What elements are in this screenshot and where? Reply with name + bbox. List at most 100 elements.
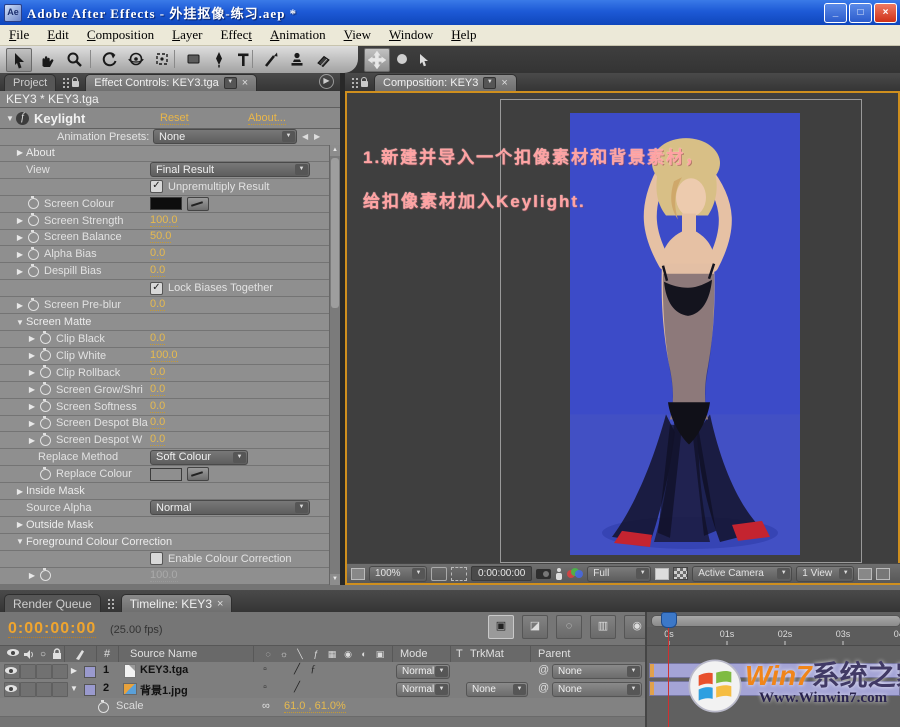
axis-mode-view-button[interactable] [412,48,436,70]
effect-panel-scrollbar[interactable]: ▲ ▼ [329,145,340,585]
twirl-icon[interactable]: ▼ [14,537,26,546]
switch-shy[interactable]: ▫ [258,664,272,675]
twirl-icon[interactable]: ▶ [14,233,26,242]
panel-gripper[interactable] [351,77,359,89]
param-dropdown[interactable]: Final Result▼ [150,162,310,177]
rect-shape-tool[interactable] [181,48,205,70]
show-snapshot-icon[interactable] [555,568,563,580]
pixel-aspect-icon[interactable] [655,568,669,580]
mode-column[interactable]: Mode [400,648,428,660]
stopwatch-icon[interactable] [40,418,51,429]
clone-stamp-tool[interactable] [285,48,309,70]
panel-lock-icon[interactable] [361,81,368,87]
twirl-down-icon[interactable]: ▼ [4,114,16,123]
layer-label-swatch[interactable] [84,666,96,678]
twirl-icon[interactable]: ▼ [14,318,26,327]
source-name-column[interactable]: Source Name [130,648,197,660]
layer-visibility-eye-icon[interactable] [5,667,17,674]
twirl-icon[interactable]: ▶ [14,487,26,496]
chevron-down-icon[interactable]: ▼ [777,568,790,579]
zoom-tool[interactable] [62,48,86,70]
menu-edit[interactable]: Edit [38,26,78,44]
checkbox[interactable]: ✓ [150,282,163,295]
menu-layer[interactable]: Layer [163,26,211,44]
tab-composition[interactable]: Composition: KEY3 ▼ × [374,74,517,91]
scale-property-row[interactable]: Scale ∞ 61.0 , 61.0% [0,698,645,717]
scrollbar-thumb[interactable] [331,158,339,308]
time-ruler[interactable]: 0s01s02s03s04s [647,627,900,646]
blend-mode-dropdown[interactable]: Normal ▼ [396,664,450,679]
twirl-icon[interactable]: ▶ [26,571,38,580]
hand-tool[interactable] [34,48,58,70]
camera-track-tool[interactable] [150,48,174,70]
parent-column[interactable]: Parent [538,648,570,660]
pixel-correction-icon[interactable] [858,568,872,580]
animation-presets-dropdown[interactable]: None ▼ [153,129,297,144]
stopwatch-icon[interactable] [28,215,39,226]
switch-quality[interactable]: ╱ [290,664,304,675]
viewer-timecode[interactable]: 0:00:00:00 [471,566,532,581]
param-value[interactable]: 0.0 [150,367,165,379]
stopwatch-icon[interactable] [40,570,51,581]
active-camera-dropdown[interactable]: Active Camera ▼ [692,566,792,582]
comp-mini-flowchart-button[interactable]: ▣ [488,615,514,639]
draft-3d-button[interactable]: ◪ [522,615,548,639]
twirl-icon[interactable]: ▶ [14,250,26,259]
current-timecode[interactable]: 0:00:00:00 [8,620,96,638]
composition-viewer[interactable]: 1.新建并导入一个扣像素材和背景素材， 给扣像素材加入Keylight. 100… [345,91,900,585]
panel-gripper[interactable] [62,77,70,89]
axis-mode-world-button[interactable] [390,48,414,70]
parent-pickwhip-icon[interactable]: @ [538,664,549,676]
param-value[interactable]: 0.0 [150,417,165,429]
frame-blending-button[interactable]: ▥ [590,615,616,639]
panel-lock-icon[interactable] [72,81,79,87]
orbit-camera-tool[interactable] [124,48,148,70]
param-value[interactable]: 0.0 [150,299,165,311]
tab-project[interactable]: Project [4,74,56,91]
pen-tool[interactable] [207,48,231,70]
menu-help[interactable]: Help [442,26,485,44]
twirl-icon[interactable]: ▶ [26,419,38,428]
maximize-button[interactable]: □ [849,3,872,23]
menu-effect[interactable]: Effect [211,26,261,44]
stopwatch-icon[interactable] [28,266,39,277]
chevron-down-icon[interactable]: ▼ [513,684,526,695]
view-layout-dropdown[interactable]: 1 View ▼ [796,566,854,582]
param-value[interactable]: 100.0 [150,215,178,227]
region-of-interest-icon[interactable] [451,567,467,581]
preset-prev-icon[interactable]: ◀ [302,132,308,141]
twirl-icon[interactable]: ▶ [26,334,38,343]
tab-close-icon[interactable]: × [501,78,507,88]
param-value[interactable]: 0.0 [150,265,165,277]
twirl-right-icon[interactable]: ▶ [68,666,80,675]
scale-value[interactable]: 61.0 , 61.0% [284,701,346,713]
property-name[interactable]: Scale [116,700,144,712]
panel-gripper[interactable] [107,598,115,610]
transparency-grid-icon[interactable] [673,567,688,580]
stopwatch-icon[interactable] [40,384,51,395]
show-channel-rgb-icon[interactable] [567,568,583,580]
stopwatch-icon[interactable] [40,435,51,446]
twirl-down-icon[interactable]: ▼ [68,684,80,693]
menu-composition[interactable]: Composition [78,26,163,44]
param-value[interactable]: 100.0 [150,350,178,362]
tab-close-icon[interactable]: × [242,78,248,88]
twirl-icon[interactable]: ▶ [14,301,26,310]
magnification-dropdown[interactable]: 100% ▼ [369,566,427,582]
safe-zones-icon[interactable] [431,567,447,581]
snapshot-camera-icon[interactable] [536,569,551,579]
reset-link[interactable]: Reset [160,112,189,125]
chevron-down-icon[interactable]: ▼ [435,666,448,677]
menu-view[interactable]: View [335,26,380,44]
eyedropper-icon[interactable] [187,197,209,211]
twirl-icon[interactable]: ▶ [26,385,38,394]
param-value[interactable]: 0.0 [150,248,165,260]
layer-source-name[interactable]: 背景1.jpg [140,682,188,698]
minimize-button[interactable]: _ [824,3,847,23]
scroll-up-icon[interactable]: ▲ [330,145,340,156]
stopwatch-icon[interactable] [28,300,39,311]
param-dropdown[interactable]: Soft Colour▼ [150,450,248,465]
twirl-icon[interactable]: ▶ [14,267,26,276]
parent-dropdown[interactable]: None ▼ [552,682,642,697]
chevron-down-icon[interactable]: ▼ [839,568,852,579]
